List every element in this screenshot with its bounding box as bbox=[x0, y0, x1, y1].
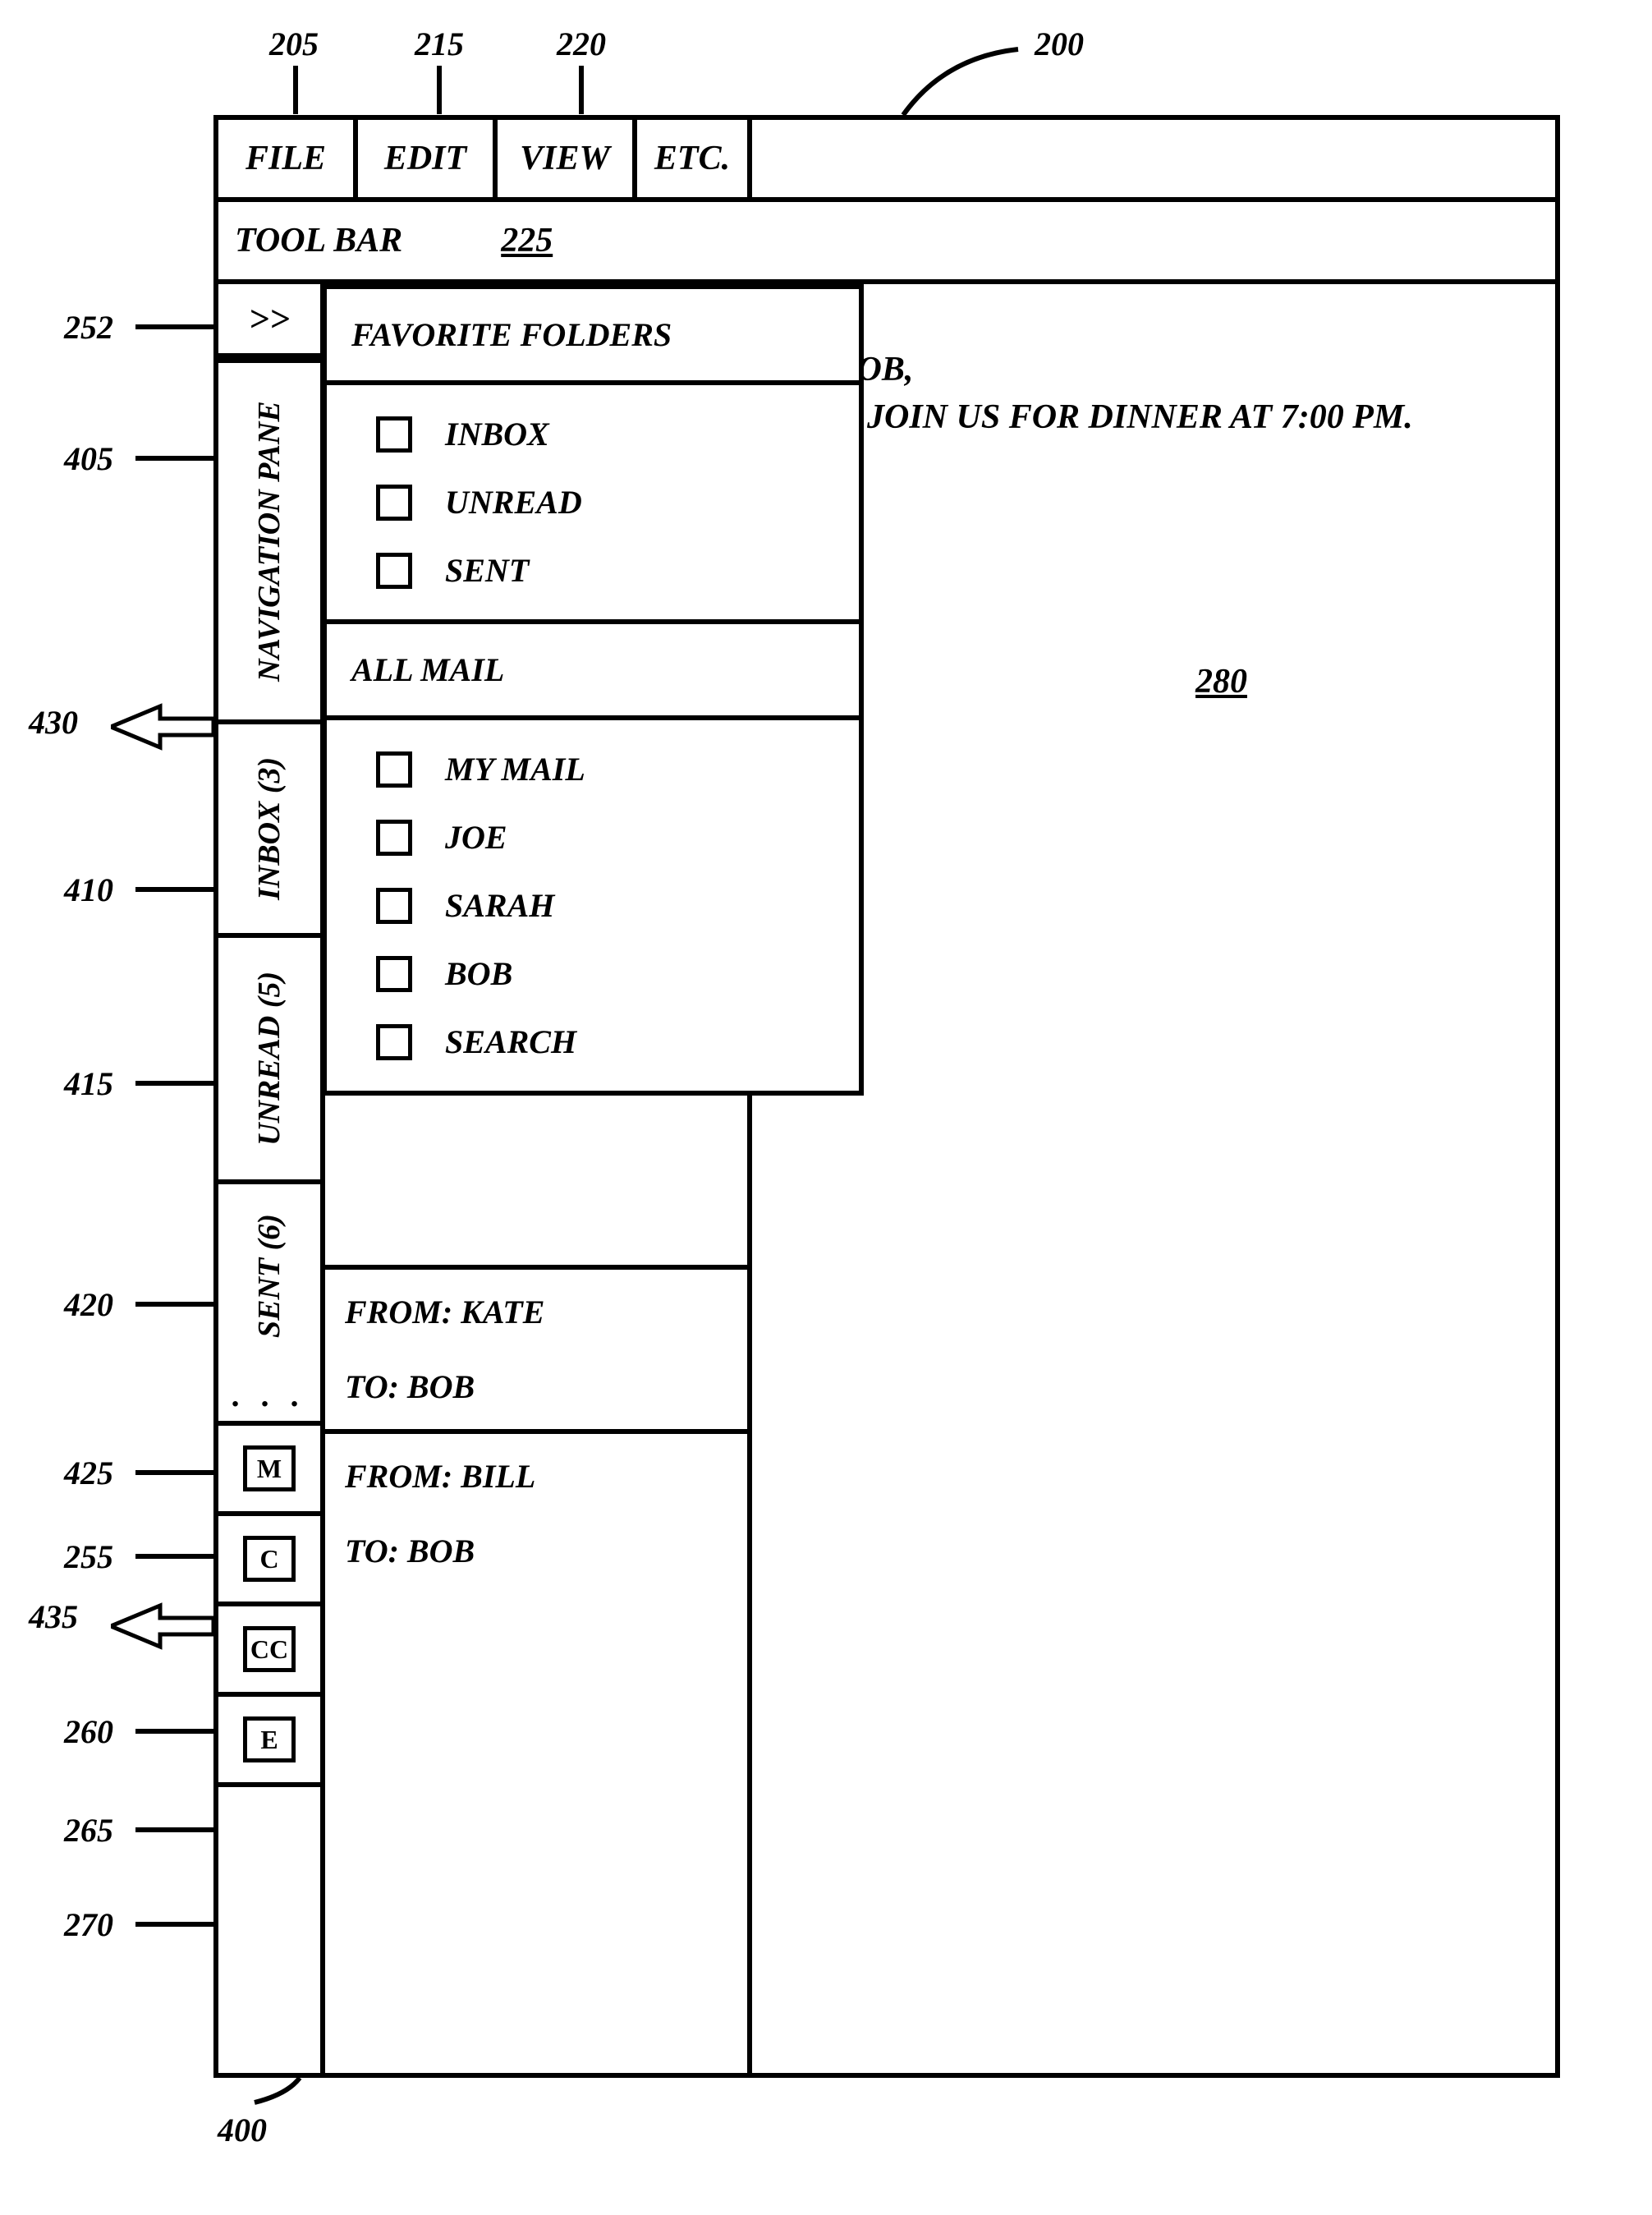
allmail-item-mymail[interactable]: MY MAIL bbox=[376, 750, 826, 788]
favorites-header: FAVORITE FOLDERS bbox=[327, 289, 859, 385]
msg1-to: TO: BOB bbox=[345, 1367, 727, 1406]
m-icon: M bbox=[243, 1445, 296, 1491]
app-window: FILE EDIT VIEW ETC. TOOL BAR 225 >> NAVI… bbox=[213, 115, 1560, 2078]
menubar: FILE EDIT VIEW ETC. bbox=[218, 120, 1555, 202]
sidebar-sent[interactable]: SENT (6) bbox=[218, 1179, 320, 1368]
checkbox-icon bbox=[376, 416, 412, 453]
menu-etc[interactable]: ETC. bbox=[637, 120, 752, 197]
checkbox-icon bbox=[376, 751, 412, 788]
reading-body: JOIN US FOR DINNER AT 7:00 PM. bbox=[785, 398, 1522, 437]
toolbar-ref-225: 225 bbox=[501, 221, 553, 260]
cc-icon: CC bbox=[243, 1626, 296, 1672]
checkbox-icon bbox=[376, 553, 412, 589]
reading-pane: HI BOB, JOIN US FOR DINNER AT 7:00 PM. 2… bbox=[752, 284, 1555, 2073]
menu-view[interactable]: VIEW bbox=[498, 120, 637, 197]
allmail-joe-label: JOE bbox=[445, 818, 507, 857]
checkbox-icon bbox=[376, 1024, 412, 1060]
sidebar-navigation-pane[interactable]: NAVIGATION PANE bbox=[218, 358, 320, 719]
sidebar-expand-button[interactable]: >> bbox=[218, 284, 320, 358]
menu-edit[interactable]: EDIT bbox=[358, 120, 498, 197]
allmail-list: MY MAIL JOE SARAH BOB SEARCH bbox=[327, 720, 859, 1091]
checkbox-icon bbox=[376, 820, 412, 856]
c-icon: C bbox=[243, 1536, 296, 1582]
msg2-to: TO: BOB bbox=[345, 1532, 727, 1570]
pointer-arrow-435 bbox=[111, 1602, 218, 1651]
e-icon: E bbox=[243, 1716, 296, 1762]
favorite-item-unread[interactable]: UNREAD bbox=[376, 483, 826, 522]
allmail-search-label: SEARCH bbox=[445, 1022, 576, 1061]
sidebar-cc-button[interactable]: CC bbox=[218, 1606, 320, 1697]
allmail-item-sarah[interactable]: SARAH bbox=[376, 886, 826, 925]
favorite-item-inbox[interactable]: INBOX bbox=[376, 415, 826, 453]
reading-ref-280: 280 bbox=[1195, 662, 1247, 701]
sidebar-m-button[interactable]: M bbox=[218, 1426, 320, 1516]
reading-greeting: HI BOB, bbox=[785, 350, 1522, 389]
allmail-item-bob[interactable]: BOB bbox=[376, 954, 826, 993]
folders-popup: FAVORITE FOLDERS INBOX UNREAD SENT ALL M… bbox=[322, 284, 864, 1096]
allmail-header: ALL MAIL bbox=[327, 624, 859, 720]
favorite-item-sent[interactable]: SENT bbox=[376, 551, 826, 590]
pointer-arrow-430 bbox=[111, 702, 218, 751]
sidebar-inbox[interactable]: INBOX (3) bbox=[218, 719, 320, 933]
sidebar: >> NAVIGATION PANE INBOX (3) UNREAD (5) … bbox=[218, 284, 325, 2073]
allmail-item-joe[interactable]: JOE bbox=[376, 818, 826, 857]
favorites-list: INBOX UNREAD SENT bbox=[327, 385, 859, 624]
favorite-inbox-label: INBOX bbox=[445, 415, 549, 453]
allmail-item-search[interactable]: SEARCH bbox=[376, 1022, 826, 1061]
menu-file[interactable]: FILE bbox=[218, 120, 358, 197]
content-area: >> NAVIGATION PANE INBOX (3) UNREAD (5) … bbox=[218, 284, 1555, 2073]
sidebar-e-button[interactable]: E bbox=[218, 1697, 320, 1787]
allmail-bob-label: BOB bbox=[445, 954, 512, 993]
sidebar-more[interactable]: . . . bbox=[218, 1368, 320, 1426]
msg2-from: FROM: BILL bbox=[345, 1457, 727, 1496]
allmail-mymail-label: MY MAIL bbox=[445, 750, 585, 788]
sidebar-unread[interactable]: UNREAD (5) bbox=[218, 933, 320, 1179]
message-row-2[interactable]: FROM: BILL TO: BOB bbox=[325, 1434, 747, 1593]
favorite-unread-label: UNREAD bbox=[445, 483, 582, 522]
sidebar-c-button[interactable]: C bbox=[218, 1516, 320, 1606]
toolbar: TOOL BAR 225 bbox=[218, 202, 1555, 284]
msg1-from: FROM: KATE bbox=[345, 1293, 727, 1331]
allmail-sarah-label: SARAH bbox=[445, 886, 554, 925]
message-row-1[interactable]: FROM: KATE TO: BOB bbox=[325, 1270, 747, 1434]
favorite-sent-label: SENT bbox=[445, 551, 529, 590]
checkbox-icon bbox=[376, 956, 412, 992]
checkbox-icon bbox=[376, 485, 412, 521]
checkbox-icon bbox=[376, 888, 412, 924]
toolbar-label: TOOL BAR bbox=[235, 221, 402, 260]
